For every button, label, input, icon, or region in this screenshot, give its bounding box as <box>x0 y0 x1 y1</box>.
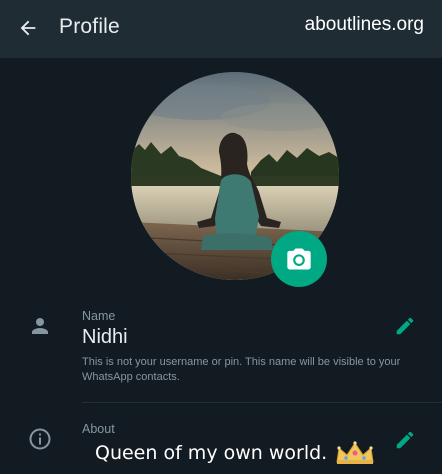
about-value: Queen of my own world. <box>95 442 328 464</box>
watermark-text: aboutlines.org <box>304 14 424 35</box>
crown-icon <box>336 441 374 464</box>
camera-icon <box>287 248 311 270</box>
name-label: Name <box>82 309 116 323</box>
arrow-left-icon <box>20 20 36 36</box>
pencil-icon <box>396 431 414 449</box>
about-value-row[interactable]: Queen of my own world. <box>95 440 377 466</box>
edit-about-button[interactable] <box>393 428 417 452</box>
person-icon <box>27 313 53 339</box>
app-bar: Profile aboutlines.org <box>0 0 442 58</box>
about-label: About <box>82 422 115 436</box>
page-title: Profile <box>59 15 120 38</box>
profile-photo-container <box>131 72 339 287</box>
back-button[interactable] <box>14 14 42 42</box>
pencil-icon <box>396 317 414 335</box>
name-value[interactable]: Nidhi <box>82 326 128 349</box>
edit-name-button[interactable] <box>393 314 417 338</box>
info-icon <box>27 426 53 452</box>
section-divider <box>82 402 442 403</box>
name-hint: This is not your username or pin. This n… <box>82 356 401 383</box>
change-photo-button[interactable] <box>271 231 327 287</box>
